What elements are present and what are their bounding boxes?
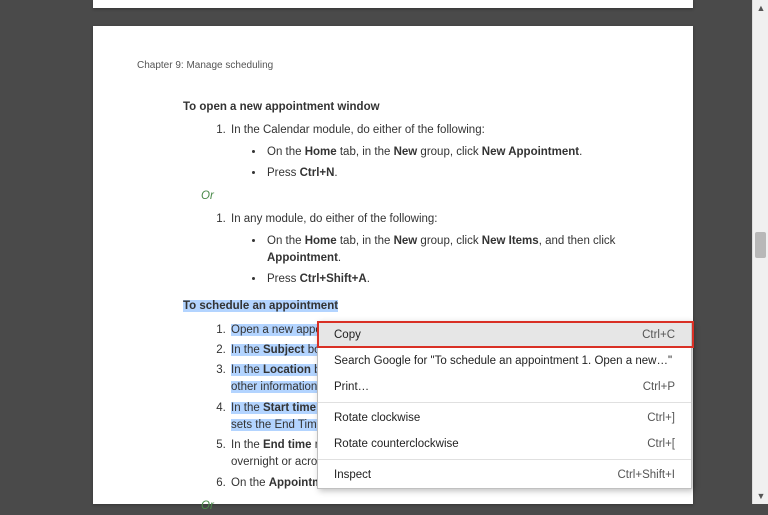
list-item: In the Calendar module, do either of the… — [229, 122, 649, 182]
sub-bullets: On the Home tab, in the New group, click… — [253, 233, 649, 289]
context-menu-item-search[interactable]: Search Google for "To schedule an appoin… — [318, 348, 691, 374]
menu-label: Inspect — [334, 466, 371, 484]
menu-label: Print… — [334, 378, 369, 396]
pdf-viewer-background: Chapter 9: Manage scheduling To open a n… — [0, 0, 768, 504]
menu-shortcut: Ctrl+[ — [647, 435, 675, 453]
menu-label: Rotate counterclockwise — [334, 435, 459, 453]
list-item: On the Home tab, in the New group, click… — [265, 233, 649, 268]
list-item: Press Ctrl+Shift+A. — [265, 271, 649, 288]
list-item: In any module, do either of the followin… — [229, 211, 649, 288]
procedure-list-1: In the Calendar module, do either of the… — [217, 122, 649, 182]
or-label: Or — [201, 188, 649, 205]
procedure-list-1b: In any module, do either of the followin… — [217, 211, 649, 288]
scroll-thumb[interactable] — [755, 232, 766, 258]
section-title: To open a new appointment window — [183, 99, 649, 116]
menu-separator — [318, 402, 691, 403]
menu-label: Rotate clockwise — [334, 409, 420, 427]
menu-label: Search Google for "To schedule an appoin… — [334, 352, 672, 370]
selected-text: To schedule an appointment — [183, 300, 338, 312]
menu-separator — [318, 459, 691, 460]
vertical-scrollbar[interactable]: ▲ ▼ — [752, 0, 768, 504]
menu-shortcut: Ctrl+] — [647, 409, 675, 427]
previous-page-edge — [93, 0, 693, 8]
list-item: Press Ctrl+N. — [265, 165, 649, 182]
menu-shortcut: Ctrl+P — [643, 378, 675, 396]
context-menu-item-print[interactable]: Print… Ctrl+P — [318, 374, 691, 400]
scroll-down-arrow-icon[interactable]: ▼ — [753, 488, 768, 504]
list-item-text: In any module, do either of the followin… — [231, 213, 438, 225]
chapter-header: Chapter 9: Manage scheduling — [137, 58, 649, 73]
context-menu-item-inspect[interactable]: Inspect Ctrl+Shift+I — [318, 462, 691, 488]
context-menu-item-rotate-ccw[interactable]: Rotate counterclockwise Ctrl+[ — [318, 431, 691, 457]
context-menu-item-rotate-cw[interactable]: Rotate clockwise Ctrl+] — [318, 405, 691, 431]
selected-text: In the Subject box, — [231, 344, 329, 356]
sub-bullets: On the Home tab, in the New group, click… — [253, 144, 649, 183]
menu-label: Copy — [334, 326, 361, 344]
list-item-text: In the Calendar module, do either of the… — [231, 124, 485, 136]
selected-text: In the Start time ro — [231, 402, 329, 414]
menu-shortcut: Ctrl+Shift+I — [617, 466, 675, 484]
selected-text: other information t — [231, 381, 324, 393]
selected-text: sets the End Time t — [231, 419, 329, 431]
context-menu: Copy Ctrl+C Search Google for "To schedu… — [317, 321, 692, 489]
section-title: To schedule an appointment — [183, 298, 649, 315]
list-item: On the Home tab, in the New group, click… — [265, 144, 649, 161]
or-label: Or — [201, 498, 649, 515]
scroll-up-arrow-icon[interactable]: ▲ — [753, 0, 768, 16]
context-menu-item-copy[interactable]: Copy Ctrl+C — [318, 322, 691, 348]
menu-shortcut: Ctrl+C — [642, 326, 675, 344]
